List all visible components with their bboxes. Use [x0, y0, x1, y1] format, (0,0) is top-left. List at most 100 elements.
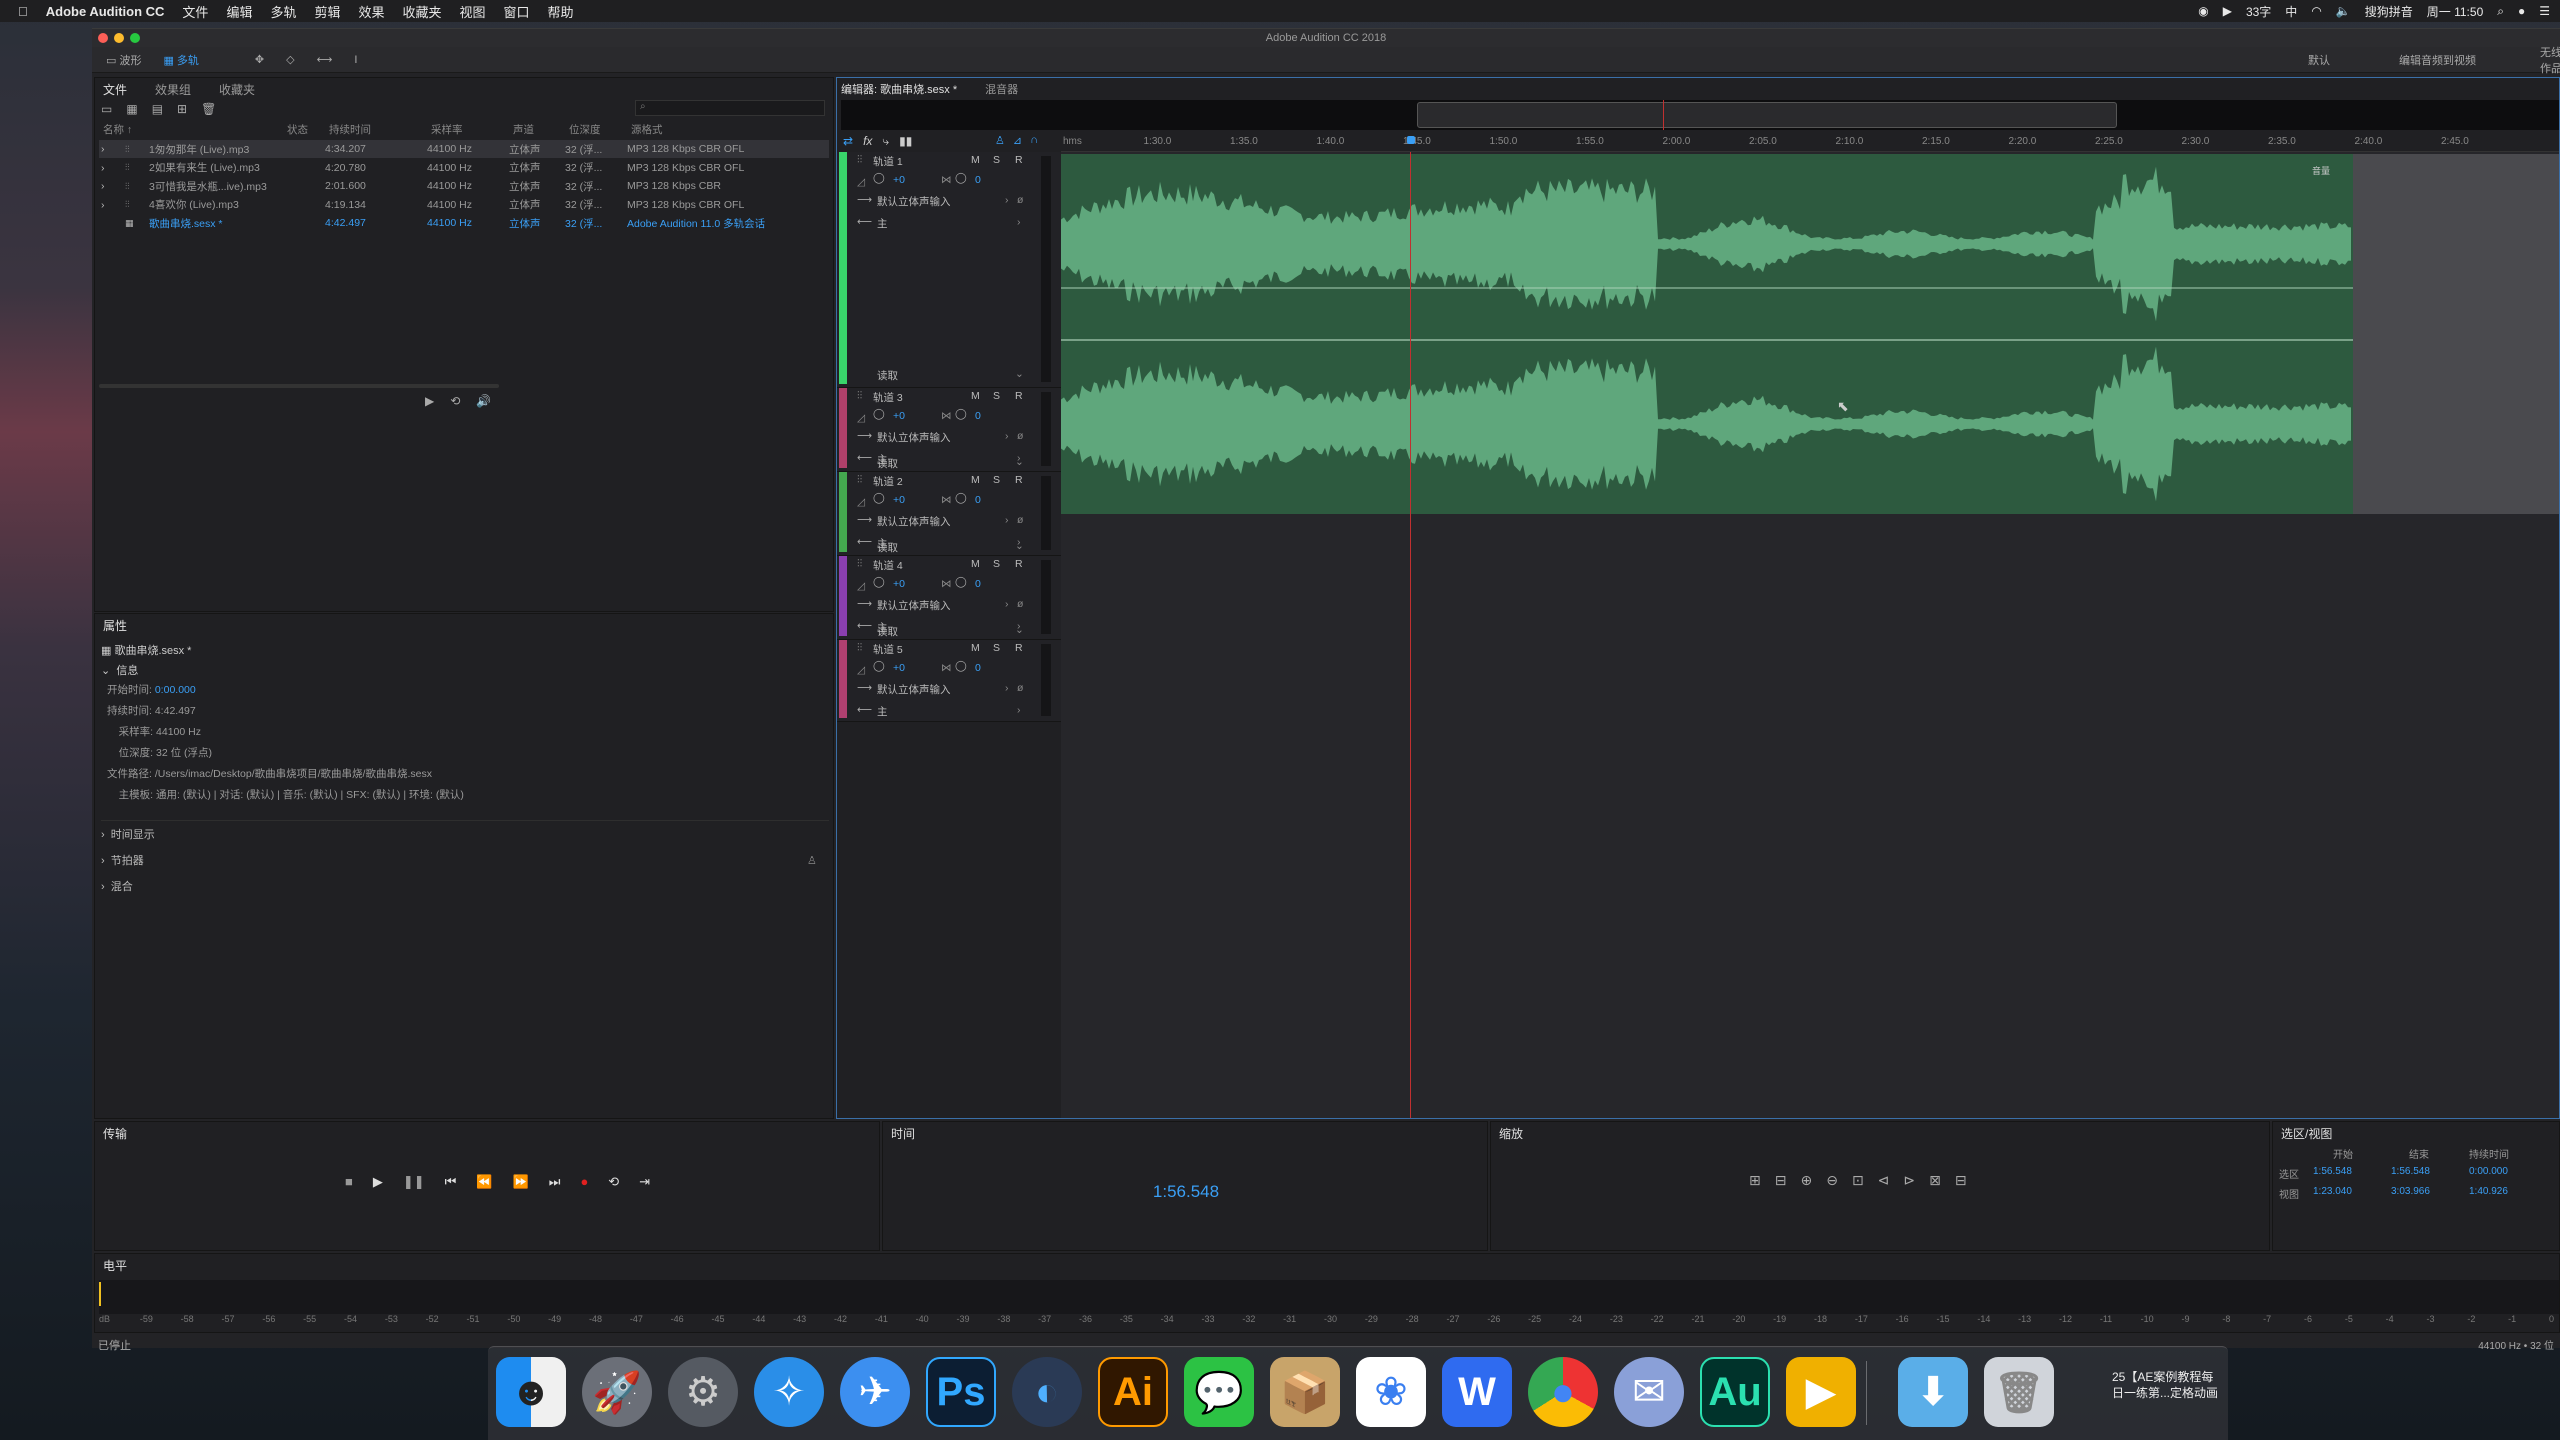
file-row[interactable]: › ⫶⫶ 1匆匆那年 (Live).mp3 4:34.207 44100 Hz 立体声 32…	[99, 140, 829, 158]
track-name[interactable]: 轨道 2	[873, 474, 903, 489]
finder-icon[interactable]: ☻	[496, 1357, 566, 1427]
zoom-out-time-icon[interactable]: ⊖	[1826, 1172, 1838, 1189]
volume-knob-icon[interactable]: ◿	[857, 412, 865, 424]
pan-dial-icon[interactable]: ◯	[955, 172, 967, 184]
insert-icon[interactable]: ⊞	[177, 102, 187, 116]
overview-bar[interactable]	[841, 100, 2559, 130]
track-grip-icon[interactable]: ⫶⫶	[857, 642, 862, 655]
zoom-window-button[interactable]	[130, 33, 140, 43]
launchpad-icon[interactable]: 🚀	[582, 1357, 652, 1427]
col-channels[interactable]: 声道	[513, 122, 534, 137]
view-duration[interactable]: 1:40.926	[2469, 1186, 2508, 1197]
apple-icon[interactable]: 	[18, 4, 28, 19]
phase-invert-icon[interactable]: ø	[1017, 514, 1023, 526]
move-tool-icon[interactable]: ✥	[247, 51, 272, 68]
wps-icon[interactable]: W	[1442, 1357, 1512, 1427]
fast-forward-icon[interactable]: ⏩	[513, 1174, 529, 1190]
expand-chevron-icon[interactable]: ›	[101, 199, 105, 211]
col-rate[interactable]: 采样率	[431, 122, 463, 137]
time-display-section[interactable]: › 时间显示	[101, 826, 155, 842]
play-icon[interactable]: ▶	[373, 1174, 383, 1190]
pan-dial-icon[interactable]: ◯	[955, 408, 967, 420]
solo-button[interactable]: S	[993, 642, 1000, 654]
track-input[interactable]: 默认立体声输入	[877, 430, 951, 445]
expand-chevron-icon[interactable]: ›	[101, 180, 105, 192]
ime-name[interactable]: 搜狗拼音	[2365, 3, 2413, 20]
record-icon[interactable]: ●	[580, 1174, 588, 1190]
files-scrollbar[interactable]	[99, 384, 499, 388]
menu-effects[interactable]: 效果	[358, 2, 384, 21]
volume-knob-icon[interactable]: ◿	[857, 176, 865, 188]
view-start[interactable]: 1:23.040	[2313, 1186, 2352, 1197]
col-name[interactable]: 名称 ↑	[103, 122, 132, 137]
automation-dropdown-icon[interactable]: ⌄	[1015, 540, 1024, 552]
track-input[interactable]: 默认立体声输入	[877, 682, 951, 697]
track-output[interactable]: 主	[877, 704, 888, 719]
go-to-end-icon[interactable]: ⏭	[549, 1174, 561, 1190]
time-display[interactable]: 1:56.548	[883, 1182, 1489, 1202]
input-dropdown-icon[interactable]: ›	[1005, 430, 1009, 442]
solo-button[interactable]: S	[993, 474, 1000, 486]
menu-edit[interactable]: 编辑	[226, 2, 252, 21]
playhead-handle[interactable]	[1407, 136, 1415, 144]
automation-dropdown-icon[interactable]: ⌄	[1015, 368, 1024, 380]
zoom-in-point-icon[interactable]: ⊲	[1878, 1172, 1890, 1189]
file-row[interactable]: › ⫶⫶ 4喜欢你 (Live).mp3 4:19.134 44100 Hz 立体声 32 …	[99, 196, 829, 214]
zoom-out-point-icon[interactable]: ⊳	[1903, 1172, 1915, 1189]
track-color-bar[interactable]	[839, 472, 847, 552]
dock-notification[interactable]: 25【AE案例教程每 日一练第...定格动画	[2112, 1369, 2218, 1401]
track-pan[interactable]: 0	[975, 174, 981, 186]
new-file-icon[interactable]: ▤	[152, 102, 163, 116]
track-color-bar[interactable]	[839, 640, 847, 718]
tab-time[interactable]: 时间	[891, 1125, 915, 1142]
record-arm-button[interactable]: R	[1015, 154, 1023, 166]
tab-editor[interactable]: 编辑器: 歌曲串烧.sesx *	[841, 81, 957, 97]
track-name[interactable]: 轨道 1	[873, 154, 903, 169]
track-pan[interactable]: 0	[975, 662, 981, 674]
menu-help[interactable]: 帮助	[548, 2, 574, 21]
zoom-out-full-icon[interactable]: ⊡	[1852, 1172, 1864, 1189]
input-dropdown-icon[interactable]: ›	[1005, 194, 1009, 206]
menu-favorites[interactable]: 收藏夹	[403, 2, 442, 21]
mix-section[interactable]: › 混合	[101, 878, 133, 894]
feishu-icon[interactable]: ✈	[840, 1357, 910, 1427]
eq-icon[interactable]: ▮▮	[899, 134, 912, 149]
search-icon[interactable]: ⌕	[2497, 4, 2504, 19]
record-arm-button[interactable]: R	[1015, 474, 1023, 486]
go-to-start-icon[interactable]: ⏮	[445, 1174, 457, 1190]
preview-loop-icon[interactable]: ⟲	[450, 394, 460, 408]
track-volume[interactable]: +0	[893, 662, 905, 674]
tab-mixer[interactable]: 混音器	[985, 81, 1018, 97]
ime-chinese-icon[interactable]: 中	[2285, 3, 2297, 20]
zoom-out-amplitude-icon[interactable]: ⊟	[1775, 1172, 1787, 1189]
mute-button[interactable]: M	[971, 390, 980, 402]
expand-chevron-icon[interactable]: ›	[101, 143, 105, 155]
track-grip-icon[interactable]: ⫶⫶	[857, 558, 862, 571]
time-selection-tool-icon[interactable]: I	[346, 52, 365, 68]
output-dropdown-icon[interactable]: ›	[1017, 216, 1021, 228]
file-row[interactable]: › ⫶⫶ 2如果有来生 (Live).mp3 4:20.780 44100 Hz 立体声 3…	[99, 159, 829, 177]
start-time-value[interactable]: 0:00.000	[155, 684, 196, 696]
baidu-netdisk-icon[interactable]: ❀	[1356, 1357, 1426, 1427]
track-grip-icon[interactable]: ⫶⫶	[857, 474, 862, 487]
record-status-icon[interactable]: ◉	[2198, 4, 2208, 18]
razor-tool-icon[interactable]: ◇	[278, 51, 302, 68]
illustrator-icon[interactable]: Ai	[1098, 1357, 1168, 1427]
close-window-button[interactable]	[98, 33, 108, 43]
track-color-bar[interactable]	[839, 388, 847, 468]
file-row[interactable]: ▦ 歌曲串烧.sesx * 4:42.497 44100 Hz 立体声 32 (浮... A…	[99, 214, 829, 232]
pause-icon[interactable]: ❚❚	[403, 1174, 425, 1190]
volume-dial-icon[interactable]: ◯	[873, 408, 885, 420]
zoom-in-amplitude-icon[interactable]: ⊞	[1749, 1172, 1761, 1189]
delete-icon[interactable]: 🗑	[201, 102, 216, 116]
mute-button[interactable]: M	[971, 154, 980, 166]
solo-button[interactable]: S	[993, 558, 1000, 570]
mail-app-icon[interactable]: ✉	[1614, 1357, 1684, 1427]
siri-icon[interactable]: ●	[2518, 4, 2525, 18]
send-icon[interactable]: ⤷	[882, 134, 889, 149]
phase-invert-icon[interactable]: ø	[1017, 430, 1023, 442]
tab-zoom[interactable]: 缩放	[1499, 1125, 1523, 1142]
track-output[interactable]: 主	[877, 216, 888, 231]
multitrack-view-button[interactable]: ▦ 多轨	[155, 50, 206, 70]
automation-mode[interactable]: 读取	[877, 368, 898, 383]
